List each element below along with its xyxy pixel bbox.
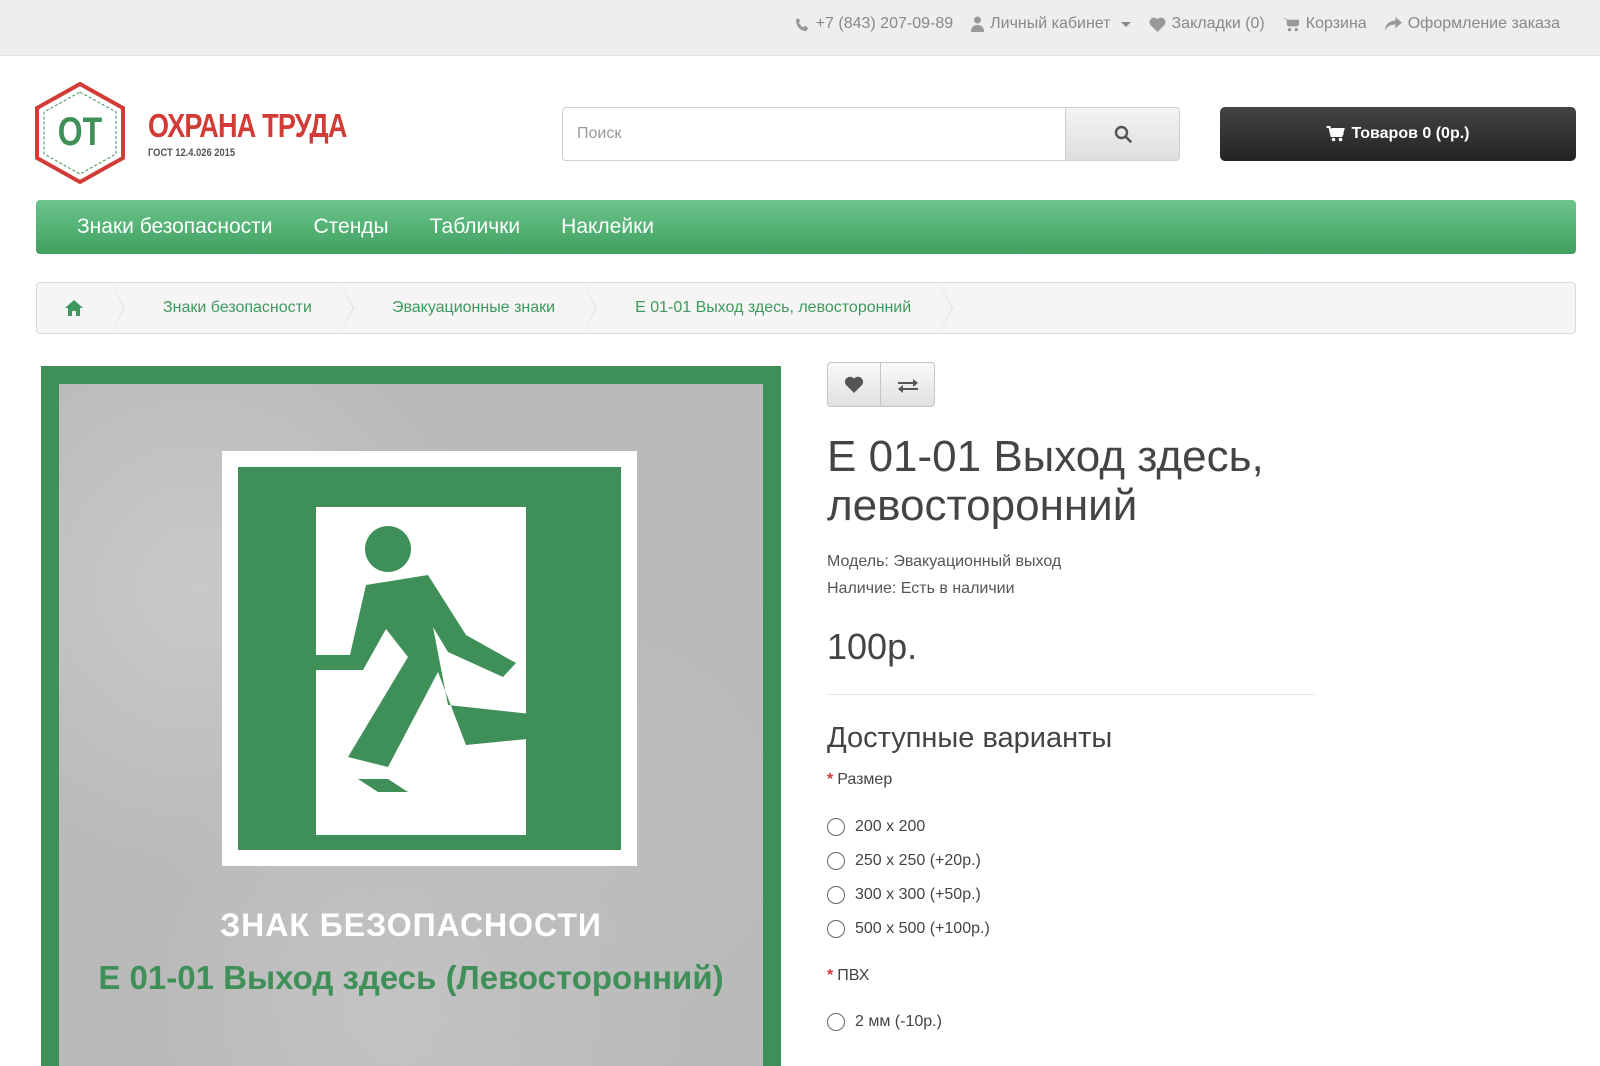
cart-link[interactable]: Корзина: [1282, 15, 1367, 33]
heart-icon: [1148, 17, 1166, 32]
exchange-icon: [897, 378, 918, 393]
product-actions: [827, 362, 935, 407]
home-icon: [65, 300, 83, 316]
required-asterisk: *: [827, 771, 834, 788]
divider: [827, 694, 1315, 695]
search-button[interactable]: [1066, 107, 1180, 161]
size-option-label: * Размер: [827, 771, 892, 789]
wishlist-label: Закладки (0): [1171, 15, 1265, 32]
user-icon: [971, 16, 985, 32]
pvc-option-text: 2 мм (-10р.): [855, 1013, 942, 1030]
top-bar: +7 (843) 207-09-89 Личный кабинет Заклад…: [0, 0, 1600, 56]
required-asterisk: *: [827, 967, 834, 984]
account-dropdown[interactable]: Личный кабинет: [971, 15, 1131, 33]
breadcrumb-home[interactable]: [37, 283, 125, 333]
product-meta: Модель: Эвакуационный выход Наличие: Ест…: [827, 548, 1061, 602]
size-option-text: 200 х 200: [855, 818, 926, 835]
menu-item-safety-signs[interactable]: Знаки безопасности: [77, 215, 272, 239]
search-icon: [1114, 125, 1132, 143]
checkout-label: Оформление заказа: [1407, 15, 1560, 32]
heart-icon: [844, 376, 864, 393]
breadcrumb-item[interactable]: Эвакуационные знаки: [352, 283, 598, 333]
radio-button[interactable]: [827, 818, 845, 836]
breadcrumb-current[interactable]: Е 01-01 Выход здесь, левосторонний: [595, 283, 954, 333]
size-radio-option[interactable]: 200 х 200: [827, 818, 925, 836]
size-radio-option[interactable]: 500 х 500 (+100р.): [827, 920, 990, 938]
logo-hexagon: ОТ: [34, 81, 126, 185]
cart-icon: [1326, 126, 1346, 142]
phone-icon: [795, 17, 808, 31]
menu-item-plates[interactable]: Таблички: [430, 215, 521, 239]
product-price: 100р.: [827, 626, 918, 667]
product-availability: Наличие: Есть в наличии: [827, 580, 1015, 597]
product-model: Модель: Эвакуационный выход: [827, 553, 1062, 570]
size-option-text: 300 х 300 (+50р.): [855, 886, 981, 903]
size-radio-option[interactable]: 300 х 300 (+50р.): [827, 886, 981, 904]
size-label-text: Размер: [837, 771, 893, 788]
exit-sign: [222, 451, 637, 866]
logo-name: ОХРАНА ТРУДА: [148, 107, 347, 144]
size-radio-option[interactable]: 250 х 250 (+20р.): [827, 852, 981, 870]
main-menu: Знаки безопасности Стенды Таблички Накле…: [36, 200, 1576, 254]
logo-subtitle: ГОСТ 12.4.026 2015: [148, 147, 236, 159]
pvc-label-text: ПВХ: [837, 967, 870, 984]
cart-label: Корзина: [1305, 15, 1367, 32]
account-label: Личный кабинет: [990, 15, 1111, 32]
size-option-text: 500 х 500 (+100р.): [855, 920, 990, 937]
running-man-exit-icon: [316, 507, 568, 835]
cart-total-label: Товаров 0 (0р.): [1351, 125, 1470, 142]
product-title: Е 01-01 Выход здесь, левосторонний: [827, 432, 1264, 530]
breadcrumb-item[interactable]: Знаки безопасности: [123, 283, 354, 333]
checkout-link[interactable]: Оформление заказа: [1384, 15, 1560, 33]
radio-button[interactable]: [827, 920, 845, 938]
search-input[interactable]: [562, 107, 1066, 161]
menu-item-stands[interactable]: Стенды: [313, 215, 388, 239]
logo-mark: ОТ: [57, 110, 103, 154]
image-caption-name: Е 01-01 Выход здесь (Левосторонний): [98, 959, 724, 996]
caret-down-icon: [1120, 21, 1131, 27]
top-links: +7 (843) 207-09-89 Личный кабинет Заклад…: [795, 0, 1560, 48]
menu-item-stickers[interactable]: Наклейки: [561, 215, 654, 239]
cart-icon: [1282, 17, 1299, 31]
pvc-option-label: * ПВХ: [827, 967, 869, 985]
site-logo[interactable]: ОТ ОХРАНА ТРУДА ГОСТ 12.4.026 2015: [34, 81, 347, 185]
phone-link[interactable]: +7 (843) 207-09-89: [795, 15, 953, 33]
search-bar: [562, 107, 1180, 161]
phone-text: +7 (843) 207-09-89: [815, 15, 954, 32]
radio-button[interactable]: [827, 1013, 845, 1031]
breadcrumb: Знаки безопасности Эвакуационные знаки Е…: [36, 282, 1576, 334]
radio-button[interactable]: [827, 886, 845, 904]
radio-button[interactable]: [827, 852, 845, 870]
image-caption-title: ЗНАК БЕЗОПАСНОСТИ: [220, 907, 602, 943]
add-to-wishlist-button[interactable]: [827, 362, 881, 407]
pvc-radio-option[interactable]: 2 мм (-10р.): [827, 1013, 942, 1031]
compare-button[interactable]: [881, 362, 935, 407]
cart-total-button[interactable]: Товаров 0 (0р.): [1220, 107, 1576, 161]
product-image[interactable]: ЗНАК БЕЗОПАСНОСТИ Е 01-01 Выход здесь (Л…: [41, 366, 781, 1066]
share-icon: [1384, 16, 1402, 31]
wishlist-link[interactable]: Закладки (0): [1148, 15, 1265, 33]
options-title: Доступные варианты: [827, 722, 1113, 754]
size-option-text: 250 х 250 (+20р.): [855, 852, 981, 869]
